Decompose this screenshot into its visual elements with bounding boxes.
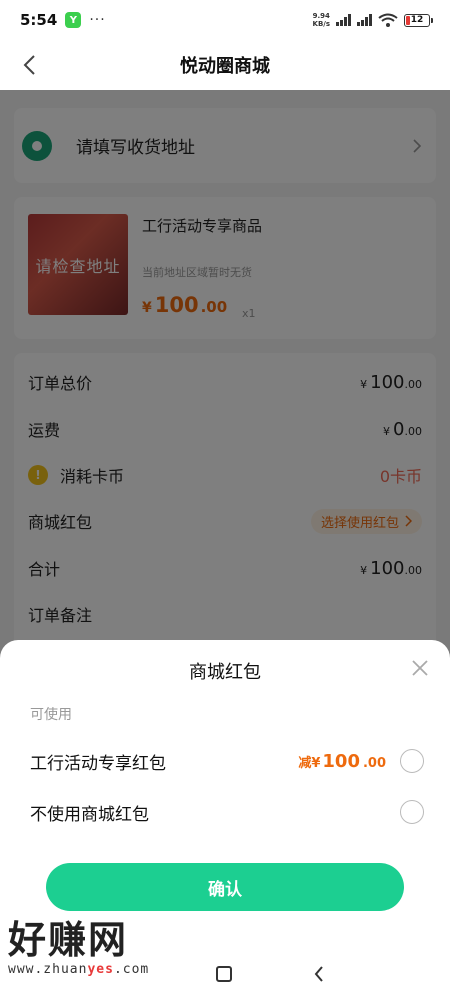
status-bar: 5:54 Y ··· 9.94 KB/s 12 xyxy=(0,0,450,40)
sheet-title: 商城红包 xyxy=(189,662,261,683)
coupon-amount: 减¥ 100.00 xyxy=(298,750,386,772)
coupon-option-icbc[interactable]: 工行活动专享红包 减¥ 100.00 xyxy=(30,741,424,781)
radio-button[interactable] xyxy=(400,800,424,824)
header: 悦动圈商城 xyxy=(0,40,450,90)
coupon-option-none[interactable]: 不使用商城红包 xyxy=(30,792,424,832)
page-title: 悦动圈商城 xyxy=(180,56,270,77)
close-button[interactable] xyxy=(406,654,434,682)
wifi-icon xyxy=(378,13,398,27)
chevron-left-icon xyxy=(23,55,35,75)
home-nav-icon[interactable] xyxy=(216,966,232,982)
battery-icon: 12 xyxy=(404,13,433,27)
confirm-button[interactable]: 确认 xyxy=(46,863,404,911)
battery-level: 12 xyxy=(410,15,424,25)
back-nav-icon[interactable] xyxy=(312,963,326,985)
signal-icon xyxy=(336,14,351,26)
app-notification-icon: Y xyxy=(65,12,82,28)
back-button[interactable] xyxy=(12,48,46,82)
radio-button[interactable] xyxy=(400,749,424,773)
net-speed: 9.94 KB/s xyxy=(312,12,330,28)
system-nav-bar xyxy=(0,955,450,1000)
signal-icon-2 xyxy=(357,14,372,26)
close-icon xyxy=(412,660,428,676)
section-label: 可使用 xyxy=(30,707,72,723)
status-time: 5:54 xyxy=(20,11,58,29)
more-notifications-icon: ··· xyxy=(89,12,106,28)
